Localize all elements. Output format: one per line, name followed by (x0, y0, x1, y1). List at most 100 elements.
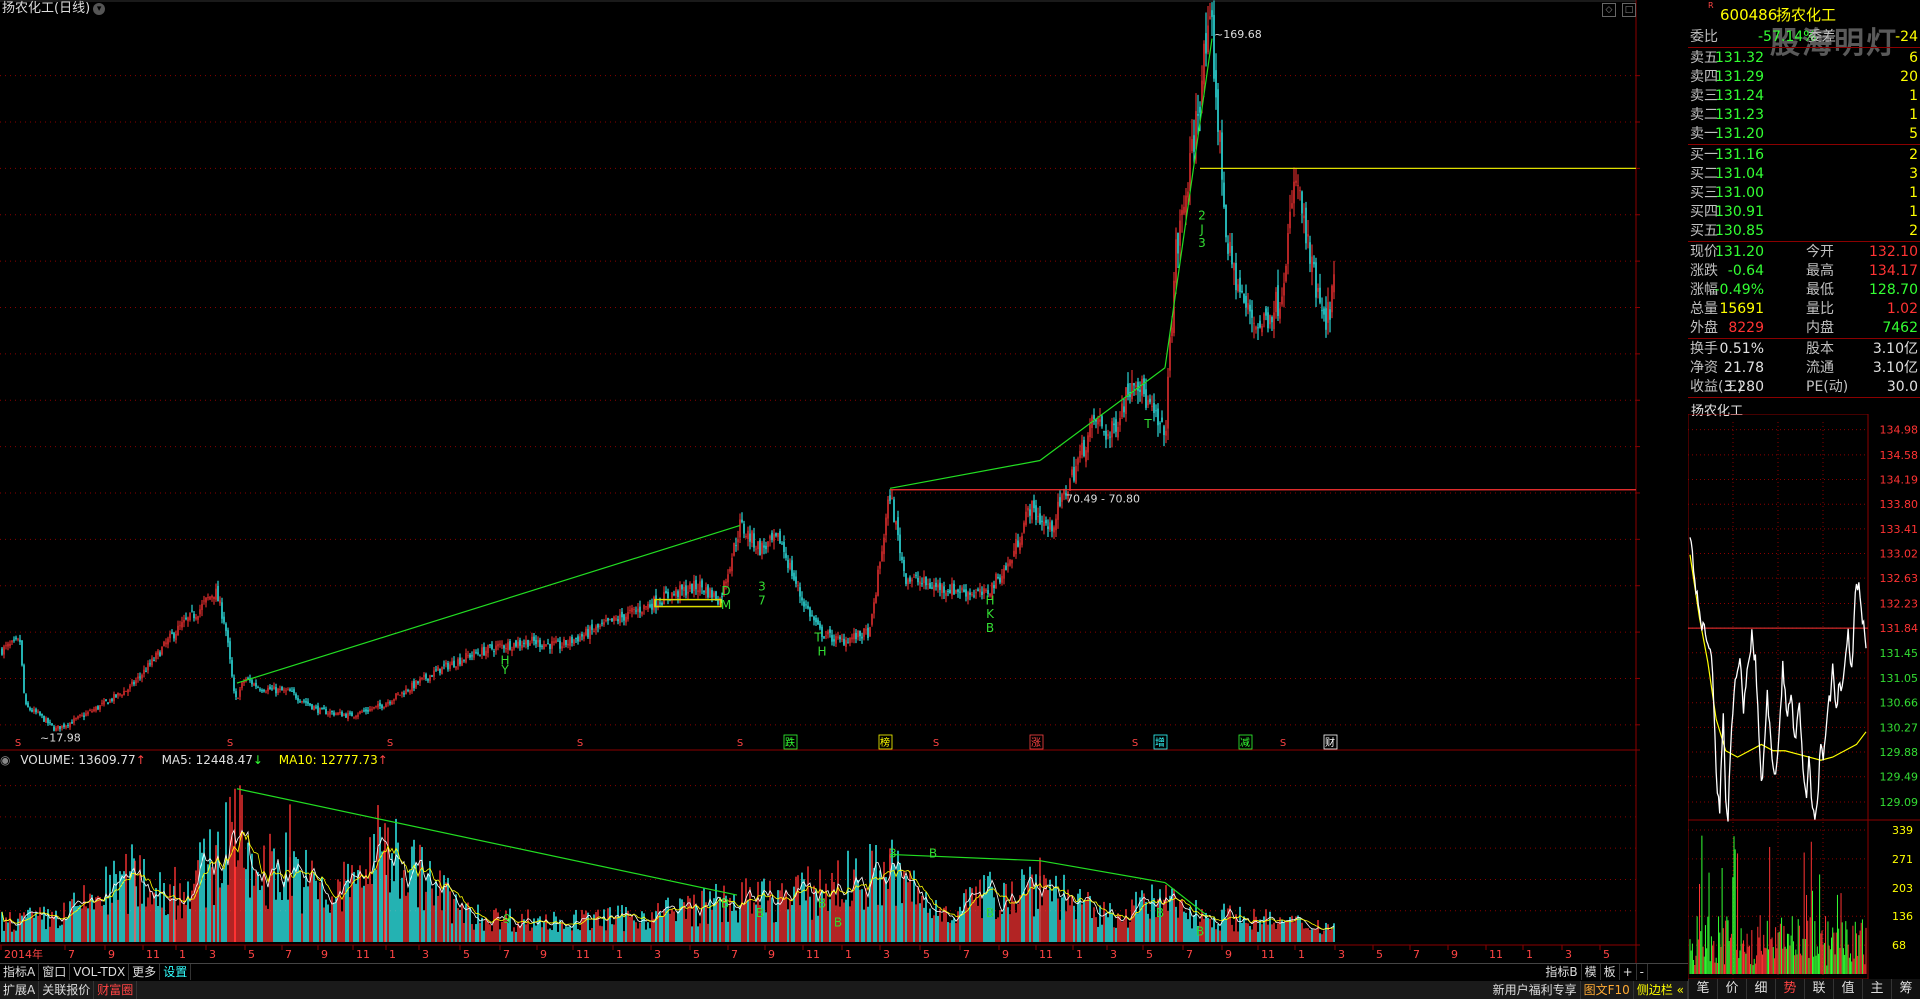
volume-bar (783, 897, 785, 942)
candle-body (515, 640, 517, 647)
volume-bar (575, 909, 577, 942)
quote-tab-主[interactable]: 主 (1862, 979, 1891, 999)
intraday-price-tick: 134.58 (1880, 449, 1919, 462)
indicator-b-tab[interactable]: 指标B (1542, 964, 1582, 980)
volume-legend-ma10: MA10: 12777.73↑ (278, 753, 388, 767)
extension-link[interactable]: 图文F10 (1581, 981, 1634, 999)
candle-body (693, 580, 695, 592)
volume-bar (979, 879, 981, 942)
candle-body (737, 539, 739, 543)
candle-body (757, 541, 759, 550)
indicator-b-tab[interactable]: 模 (1582, 964, 1601, 980)
candle-body (839, 636, 841, 640)
volume-signal-label: B (721, 897, 729, 911)
candle-body (1125, 387, 1127, 415)
volume-bar (1223, 903, 1225, 942)
indicator-tab[interactable]: 更多 (129, 964, 161, 980)
volume-bar (1221, 909, 1223, 942)
settings-icon[interactable]: ◇ (1602, 3, 1616, 17)
candle-body (411, 682, 413, 692)
quote-tab-势[interactable]: 势 (1775, 979, 1804, 999)
volume-bar (1283, 921, 1285, 942)
quote-tab-联[interactable]: 联 (1804, 979, 1833, 999)
volume-bar (1145, 901, 1147, 942)
extension-link[interactable]: 新用户福利专享 (1490, 981, 1581, 999)
candle-body (1277, 285, 1279, 316)
volume-bar (1271, 924, 1273, 942)
x-axis-label: 7 (731, 948, 738, 961)
candle-body (965, 589, 967, 597)
quote-tab-值[interactable]: 值 (1833, 979, 1862, 999)
intraday-price-tick: 129.09 (1880, 796, 1919, 809)
candle-body (437, 666, 439, 671)
candle-body (615, 618, 617, 620)
intraday-chart[interactable]: 134.98 134.58 134.19 133.80 133.41 133.02 132.… (1688, 414, 1920, 979)
range-label: 70.49 - 70.80 (1066, 493, 1140, 506)
extension-tab[interactable]: 财富圈 (94, 981, 138, 999)
indicator-b-tab[interactable]: + (1620, 964, 1637, 980)
quote-tab-细[interactable]: 细 (1746, 979, 1775, 999)
volume-bar (357, 870, 359, 942)
consolidation-box (654, 598, 722, 608)
volume-bar (953, 917, 955, 942)
candle-body (209, 596, 211, 600)
candle-body (81, 714, 83, 716)
volume-bar (63, 902, 65, 942)
volume-bar (1111, 912, 1113, 942)
volume-bar (427, 873, 429, 942)
volume-bar (307, 886, 309, 942)
volume-bar (613, 924, 615, 942)
quote-tab-笔[interactable]: 笔 (1688, 979, 1717, 999)
candle-body (1149, 398, 1151, 403)
volume-bar (95, 897, 97, 942)
volume-bar (325, 899, 327, 942)
volume-bar (177, 905, 179, 942)
volume-bar (531, 927, 533, 942)
candle-body (829, 629, 831, 633)
volume-bar (1327, 924, 1329, 942)
candle-body (871, 614, 873, 625)
volume-settings-icon[interactable]: ◉ (0, 753, 10, 767)
quote-tab-价[interactable]: 价 (1717, 979, 1746, 999)
extension-tab[interactable]: 关联报价 (39, 981, 95, 999)
candlestick-chart (1, 0, 1335, 732)
indicator-b-tab[interactable]: 板 (1601, 964, 1620, 980)
candle-body (371, 708, 373, 710)
candle-body (253, 683, 255, 686)
indicator-tab[interactable]: VOL-TDX (70, 964, 130, 980)
volume-bar (1007, 907, 1009, 942)
indicator-tab[interactable]: 设置 (160, 964, 192, 980)
candle-body (331, 710, 333, 713)
indicator-tab[interactable]: 指标A (0, 964, 40, 980)
kline-chart-area[interactable]: 9BBBB3 BB BB ~169.68~17.9870.49 - 70.80HYD… (0, 0, 1640, 963)
candle-body (581, 634, 583, 637)
ask-volume: 5 (1909, 126, 1918, 142)
candle-body (341, 711, 343, 717)
indicator-b-tab[interactable]: - (1637, 964, 1648, 980)
extension-link[interactable]: 侧边栏 « (1634, 981, 1688, 999)
stat-label: 总量 (1690, 301, 1718, 317)
close-panel-icon[interactable]: □ (1622, 3, 1636, 17)
candle-body (91, 711, 93, 713)
volume-bar (395, 818, 397, 942)
chevron-down-icon[interactable]: ▾ (93, 2, 106, 15)
volume-signal-label: B (818, 897, 826, 911)
volume-bar (469, 907, 471, 942)
candle-body (1327, 302, 1329, 323)
extension-tab[interactable]: 扩展A (0, 981, 40, 999)
volume-signal-label: B (834, 915, 842, 929)
volume-bar (513, 927, 515, 942)
volume-bar (1005, 883, 1007, 942)
volume-bar (803, 879, 805, 942)
candle-body (905, 573, 907, 584)
volume-bar (85, 906, 87, 942)
candle-body (449, 664, 451, 669)
candle-body (1031, 500, 1033, 520)
volume-bar (145, 906, 147, 942)
candle-body (843, 638, 845, 645)
candle-body (435, 669, 437, 671)
indicator-tab[interactable]: 窗口 (39, 964, 71, 980)
candle-body (261, 689, 263, 692)
bid-label: 买三 (1690, 185, 1718, 201)
quote-tab-筹[interactable]: 筹 (1891, 979, 1920, 999)
